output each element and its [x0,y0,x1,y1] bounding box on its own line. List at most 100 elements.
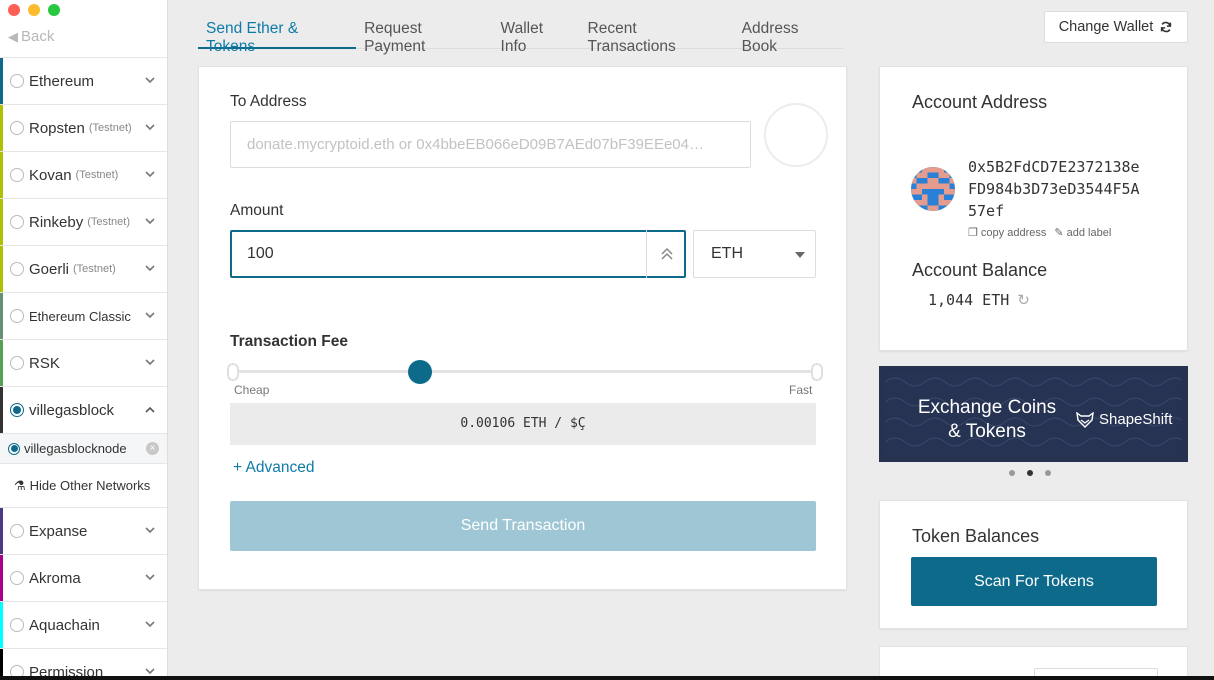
network-name: Aquachain [29,616,100,634]
scan-tokens-button[interactable]: Scan For Tokens [911,557,1157,606]
chevron-down-icon[interactable] [145,572,155,584]
advanced-toggle-link[interactable]: + Advanced [233,459,314,477]
network-item-kovan[interactable]: Kovan (Testnet) [0,151,167,198]
network-radio[interactable] [10,309,24,323]
tab-recent-transactions[interactable]: Recent Transactions [580,12,734,55]
custom-node-radio[interactable] [8,442,20,455]
chevron-down-icon[interactable] [145,216,155,228]
network-item-goerli[interactable]: Goerli (Testnet) [0,245,167,292]
shapeshift-logo: ShapeShift [1076,411,1172,428]
network-item-expanse[interactable]: Expanse [0,507,167,554]
shapeshift-brand: ShapeShift [1099,411,1173,428]
network-radio[interactable] [10,524,24,538]
add-label-button[interactable]: ✎ add label [1054,226,1111,239]
unit-value: ETH [711,245,743,262]
flask-icon: ⚗ [14,477,26,493]
network-sub-label: (Testnet) [73,263,116,275]
back-arrow-icon: ◀ [8,28,18,44]
chevron-down-icon[interactable] [145,357,155,369]
network-radio[interactable] [10,403,24,417]
to-address-label: To Address [230,93,307,110]
network-color-bar [0,105,3,151]
carousel-dot[interactable] [1009,470,1015,476]
network-item-rsk[interactable]: RSK [0,339,167,386]
network-radio[interactable] [10,121,24,135]
maximize-window-button[interactable] [48,4,60,16]
network-item-ethereum-classic[interactable]: Ethereum Classic [0,292,167,339]
minimize-window-button[interactable] [28,4,40,16]
network-item-aquachain[interactable]: Aquachain [0,601,167,648]
fee-slider-min-handle [227,363,239,381]
send-everything-button[interactable] [646,230,686,278]
account-balance-title: Account Balance [912,260,1048,280]
change-wallet-label: Change Wallet [1058,19,1154,35]
network-item-ethereum[interactable]: Ethereum [0,57,167,104]
hide-other-networks-button[interactable]: ⚗ Hide Other Networks [0,463,167,507]
send-transaction-button[interactable]: Send Transaction [230,501,816,551]
network-color-bar [0,555,3,601]
network-name: RSK [29,354,60,372]
network-radio[interactable] [10,356,24,370]
fee-slider-track[interactable] [233,370,817,373]
to-address-input[interactable]: donate.mycryptoid.eth or 0x4bbeEB066eD09… [230,121,751,168]
remove-node-icon[interactable]: × [146,442,159,455]
amount-input[interactable]: 100 [230,230,686,278]
chevron-down-icon[interactable] [145,310,155,322]
network-sub-label: (Testnet) [88,122,132,134]
custom-node-item[interactable]: villegasblocknode × [0,433,167,463]
network-item-ropsten[interactable]: Ropsten (Testnet) [0,104,167,151]
change-wallet-button[interactable]: Change Wallet [1044,11,1188,43]
chevron-down-icon[interactable] [145,122,155,134]
tab-request-payment[interactable]: Request Payment [356,12,492,55]
promo-banner-background: Exchange Coins & Tokens ShapeShift [885,372,1182,456]
network-color-bar [0,246,3,292]
hide-other-networks-label: Hide Other Networks [29,478,151,493]
account-balance: 1,044 ETH ↻ [928,291,1030,309]
amount-label: Amount [230,202,284,219]
chevron-down-icon[interactable] [145,169,155,181]
network-color-bar [0,58,3,104]
network-name: Expanse [29,522,88,540]
network-color-bar [0,387,3,433]
carousel-dot[interactable] [1045,470,1051,476]
network-color-bar [0,152,3,198]
chevron-down-icon[interactable] [145,75,155,87]
chevron-down-icon[interactable] [145,619,155,631]
account-identicon [911,167,955,211]
copy-address-button[interactable]: ❐ copy address [968,226,1046,239]
refresh-balance-icon[interactable]: ↻ [1017,291,1030,309]
tab-wallet-info[interactable]: Wallet Info [493,12,580,55]
network-color-bar [0,199,3,245]
network-radio[interactable] [10,74,24,88]
network-item-rinkeby[interactable]: Rinkeby (Testnet) [0,198,167,245]
network-color-bar [0,340,3,386]
network-sub-label: (Testnet) [87,216,130,228]
fee-fast-label: Fast [789,383,813,397]
chevron-down-icon[interactable] [145,525,155,537]
network-color-bar [0,602,3,648]
token-balances-card: Token Balances Scan For Tokens [879,500,1188,629]
network-name: Akroma [29,569,81,587]
network-radio[interactable] [10,571,24,585]
add-label-text: add label [1066,227,1112,239]
network-sub-label: (Testnet) [75,169,119,181]
network-item-villegasblock[interactable]: villegasblock [0,386,167,433]
network-radio[interactable] [10,168,24,182]
network-radio[interactable] [10,262,24,276]
tab-send-ether-tokens[interactable]: Send Ether & Tokens [198,12,357,55]
promo-banner[interactable]: Exchange Coins & Tokens ShapeShift [879,366,1188,462]
close-window-button[interactable] [8,4,20,16]
chevron-down-icon[interactable] [145,263,155,275]
back-button[interactable]: ◀ Back [8,28,54,45]
tab-address-book[interactable]: Address Book [734,12,844,55]
promo-text: Exchange Coins & Tokens [917,397,1057,442]
carousel-dot[interactable] [1027,470,1033,476]
unit-dropdown[interactable]: ETH [693,230,816,278]
fee-slider-thumb[interactable] [407,360,432,384]
network-radio[interactable] [10,215,24,229]
network-name: Ropsten [29,119,85,137]
network-item-akroma[interactable]: Akroma [0,554,167,601]
network-radio[interactable] [10,618,24,632]
network-sidebar: ◀ Back Ethereum Ropsten (Testnet) Kovan (Tes… [0,0,168,680]
chevron-up-icon[interactable] [145,404,155,416]
